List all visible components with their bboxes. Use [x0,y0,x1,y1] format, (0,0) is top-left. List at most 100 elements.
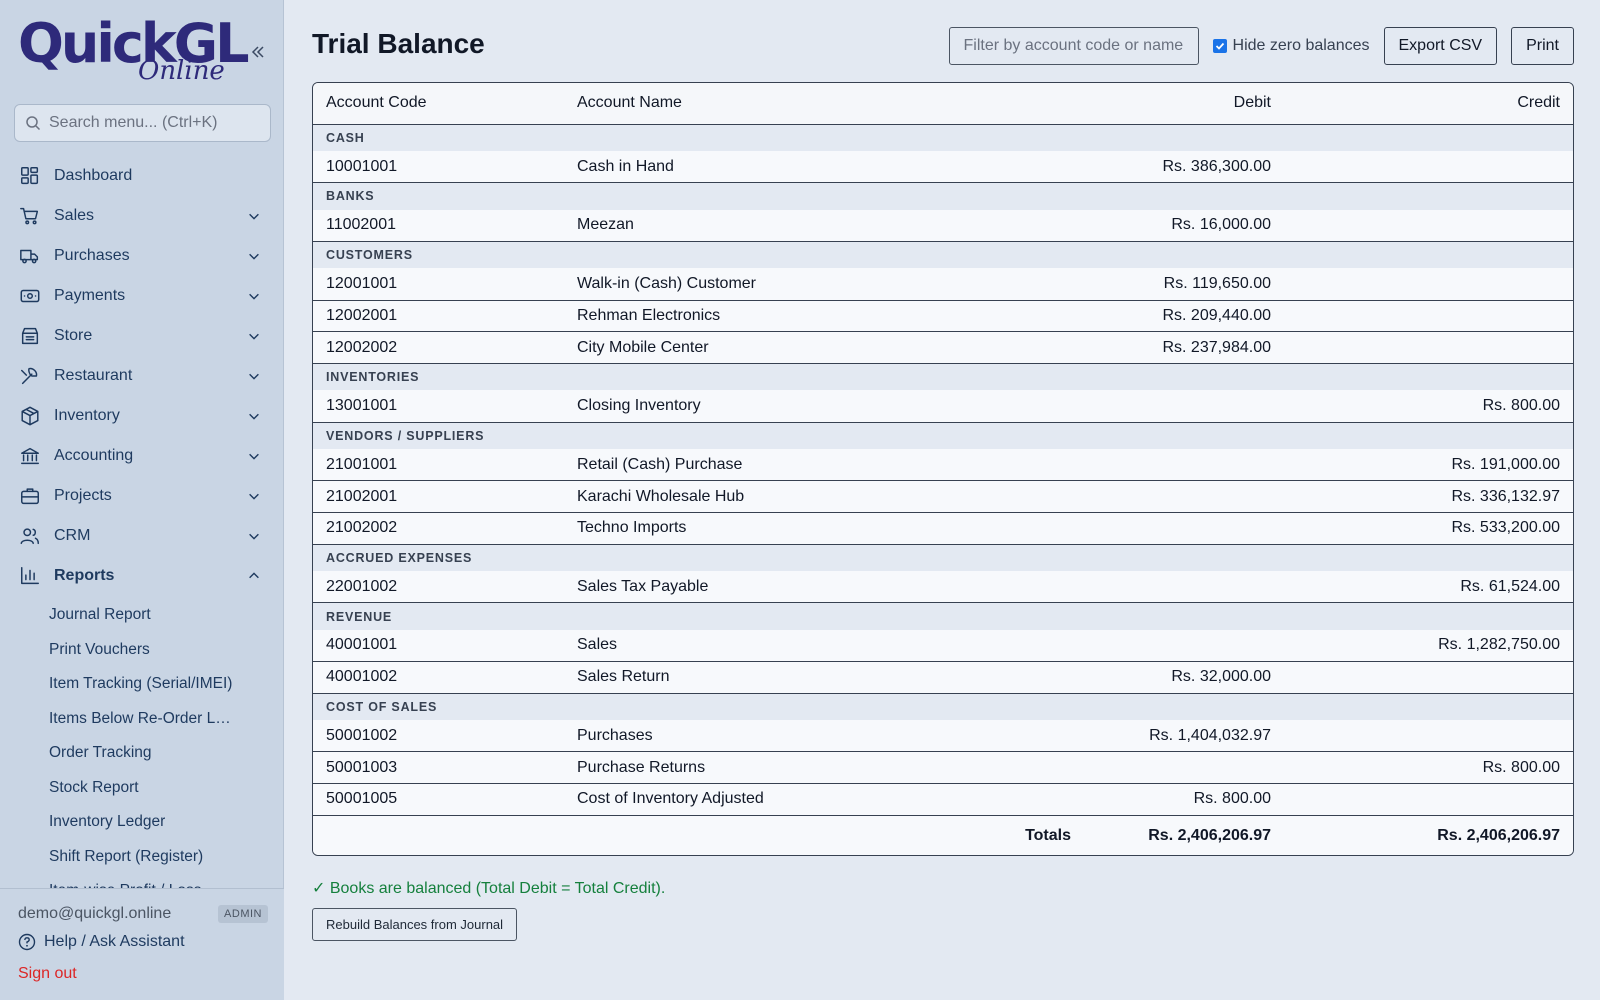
table-row[interactable]: 21002002 Techno Imports Rs. 533,200.00 [313,512,1573,545]
totals-spacer [313,815,564,856]
group-header-row: VENDORS / SUPPLIERS [313,422,1573,450]
sign-out-link[interactable]: Sign out [18,965,77,983]
group-label: VENDORS / SUPPLIERS [313,422,1573,450]
dashboard-icon-wrap [18,164,42,188]
sidebar-item-store[interactable]: Store [0,316,284,356]
submenu-item[interactable]: Order Tracking [0,736,284,771]
group-header-row: CUSTOMERS [313,241,1573,269]
table-row[interactable]: 12002002 City Mobile Center Rs. 237,984.00 [313,331,1573,364]
table-row[interactable]: 40001001 Sales Rs. 1,282,750.00 [313,629,1573,663]
chevrons-left-icon [251,46,264,58]
debit-cell: Rs. 209,440.00 [1084,300,1284,333]
sidebar-item-label: Purchases [54,247,130,264]
col-header-account-code[interactable]: Account Code [313,83,564,125]
main-content: Trial Balance Hide zero balances Export … [284,0,1600,1000]
sidebar-item-label: CRM [54,527,91,544]
sidebar-item-sales[interactable]: Sales [0,196,284,236]
table-row[interactable]: 10001001 Cash in Hand Rs. 386,300.00 [313,151,1573,184]
table-row[interactable]: 40001002 Sales Return Rs. 32,000.00 [313,661,1573,694]
table-body: CASH 10001001 Cash in Hand Rs. 386,300.00 BA… [313,124,1573,856]
submenu-item[interactable]: Journal Report [0,598,284,633]
table-row[interactable]: 12001001 Walk-in (Cash) Customer Rs. 119,6… [313,268,1573,301]
sidebar-item-payments[interactable]: Payments [0,276,284,316]
sidebar-search[interactable] [14,104,271,142]
user-email: demo@quickgl.online [18,905,172,922]
store-icon-wrap [18,324,42,348]
credit-cell [1284,331,1573,364]
totals-label: Totals [564,815,1084,856]
group-label: REVENUE [313,602,1573,630]
account-code-cell: 11002001 [313,209,564,242]
chevron-down-icon [246,208,262,224]
sidebar-search-input[interactable] [49,114,259,132]
sidebar-item-purchases[interactable]: Purchases [0,236,284,276]
debit-cell [1084,480,1284,513]
credit-cell: Rs. 1,282,750.00 [1284,629,1573,663]
account-code-cell: 12001001 [313,268,564,301]
chevron-down-icon [246,328,262,344]
hide-zero-toggle[interactable]: Hide zero balances [1212,37,1370,55]
sidebar-footer: demo@quickgl.online ADMIN Help / Ask Ass… [0,888,284,1000]
account-filter-input[interactable] [948,27,1199,65]
submenu-item[interactable]: Item-wise Profit / Loss [0,874,284,888]
sidebar-item-inventory[interactable]: Inventory [0,396,284,436]
store-icon [21,327,39,345]
col-header-credit[interactable]: Credit [1284,83,1573,125]
chevron-down-icon [246,448,262,464]
table-row[interactable]: 12002001 Rehman Electronics Rs. 209,440.00 [313,300,1573,333]
submenu-item[interactable]: Inventory Ledger [0,805,284,840]
sidebar-item-restaurant[interactable]: Restaurant [0,356,284,396]
table-row[interactable]: 50001005 Cost of Inventory Adjusted Rs. 80… [313,783,1573,816]
account-name-cell: Retail (Cash) Purchase [564,449,1084,482]
group-label: BANKS [313,182,1573,210]
account-code-cell: 21002001 [313,480,564,513]
submenu-item[interactable]: Shift Report (Register) [0,840,284,875]
account-name-cell: City Mobile Center [564,331,1084,364]
app-logo[interactable]: QuickGL Online [18,12,250,90]
truck-icon-wrap [18,244,42,268]
table-row[interactable]: 50001003 Purchase Returns Rs. 800.00 [313,751,1573,785]
sidebar-item-projects[interactable]: Projects [0,476,284,516]
table-row[interactable]: 50001002 Purchases Rs. 1,404,032.97 [313,720,1573,753]
col-header-account-name[interactable]: Account Name [564,83,1084,125]
group-header-row: INVENTORIES [313,363,1573,391]
sidebar-item-dashboard[interactable]: Dashboard [0,156,284,196]
sidebar-item-reports[interactable]: Reports [0,556,284,596]
submenu-item[interactable]: Item Tracking (Serial/IMEI) [0,667,284,702]
submenu-item[interactable]: Stock Report [0,771,284,806]
table-row[interactable]: 11002001 Meezan Rs. 16,000.00 [313,209,1573,242]
credit-cell: Rs. 61,524.00 [1284,571,1573,604]
group-header-row: REVENUE [313,602,1573,630]
account-name-cell: Techno Imports [564,512,1084,545]
table-row[interactable]: 22001002 Sales Tax Payable Rs. 61,524.00 [313,571,1573,604]
role-badge: ADMIN [218,905,268,923]
print-button[interactable]: Print [1511,27,1574,65]
sidebar-item-label: Store [54,327,93,344]
debit-cell: Rs. 386,300.00 [1084,151,1284,184]
debit-cell [1084,449,1284,482]
utensils-icon-wrap [18,364,42,388]
briefcase-icon [21,488,39,505]
account-name-cell: Purchases [564,720,1084,753]
collapse-sidebar-button[interactable] [246,40,270,64]
table-row[interactable]: 13001001 Closing Inventory Rs. 800.00 [313,390,1573,423]
table-row[interactable]: 21002001 Karachi Wholesale Hub Rs. 336,132… [313,480,1573,513]
credit-cell [1284,720,1573,753]
col-header-debit[interactable]: Debit [1084,83,1284,125]
account-code-cell: 10001001 [313,151,564,184]
banknote-icon [20,289,40,303]
table-row[interactable]: 21001001 Retail (Cash) Purchase Rs. 191,00… [313,449,1573,482]
export-csv-button[interactable]: Export CSV [1383,27,1498,65]
submenu-item-label: Shift Report (Register) [49,847,204,865]
bar-chart-icon [21,567,39,585]
hide-zero-checkbox[interactable] [1212,39,1227,53]
sidebar-item-crm[interactable]: CRM [0,516,284,556]
rebuild-balances-button[interactable]: Rebuild Balances from Journal [312,908,518,941]
sidebar-item-accounting[interactable]: Accounting [0,436,284,476]
submenu-item[interactable]: Print Vouchers [0,633,284,668]
help-link[interactable]: Help / Ask Assistant [18,933,185,951]
submenu-item[interactable]: Items Below Re-Order Level [0,702,284,737]
submenu-item-label: Journal Report [49,606,151,624]
account-name-cell: Karachi Wholesale Hub [564,480,1084,513]
account-name-cell: Sales Return [564,661,1084,694]
